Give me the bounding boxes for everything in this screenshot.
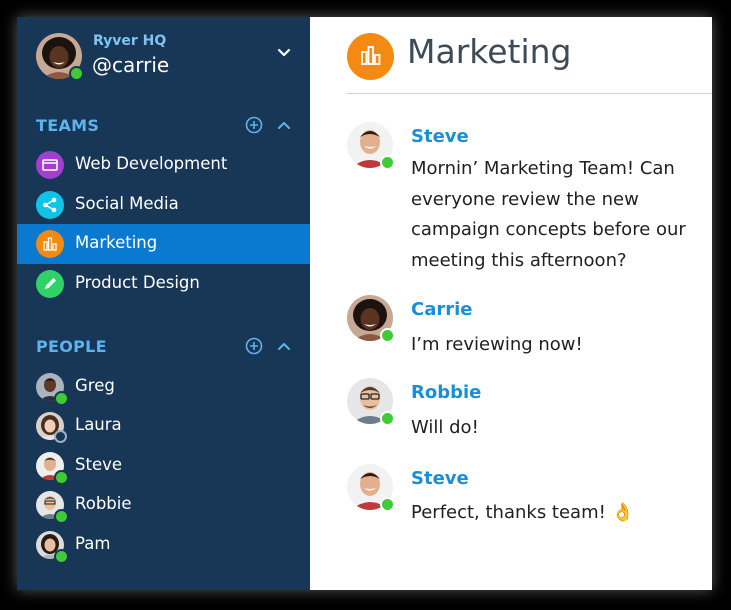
sidebar-item-marketing[interactable]: Marketing xyxy=(17,224,310,264)
sidebar-item-label: Pam xyxy=(75,534,111,553)
chevron-down-icon[interactable] xyxy=(274,43,294,63)
sidebar-item-greg[interactable]: Greg xyxy=(17,367,310,407)
chat-panel: Marketing Steve Mornin’ Marketing Team! … xyxy=(310,17,712,590)
message-line: campaign concepts before our xyxy=(411,219,686,240)
sidebar-item-web-development[interactable]: Web Development xyxy=(17,145,310,185)
org-name: Ryver HQ xyxy=(93,33,167,49)
current-user-avatar xyxy=(36,33,84,81)
message-line: Perfect, thanks team! 👌 xyxy=(411,502,634,523)
browser-icon xyxy=(36,151,64,179)
bar-chart-icon xyxy=(36,230,64,258)
avatar xyxy=(36,412,67,443)
page-title: Marketing xyxy=(407,32,572,71)
message-text: Will do! xyxy=(411,413,701,444)
add-person-button[interactable] xyxy=(244,336,264,356)
avatar xyxy=(36,531,69,564)
avatar[interactable] xyxy=(347,378,395,426)
online-status-icon xyxy=(54,509,69,524)
sidebar-item-label: Product Design xyxy=(75,273,200,292)
sidebar: Ryver HQ @carrie TEAMS Web Development S… xyxy=(17,17,310,590)
share-icon xyxy=(36,191,64,219)
message-author[interactable]: Robbie xyxy=(411,382,481,403)
message-line: Will do! xyxy=(411,417,479,438)
plus-circle-icon xyxy=(245,337,263,355)
sidebar-item-laura[interactable]: Laura xyxy=(17,406,310,446)
avatar[interactable] xyxy=(347,122,395,170)
sidebar-item-label: Marketing xyxy=(75,233,158,252)
avatar[interactable] xyxy=(347,295,395,343)
message-author[interactable]: Steve xyxy=(411,468,469,489)
sidebar-item-product-design[interactable]: Product Design xyxy=(17,264,310,304)
add-team-button[interactable] xyxy=(244,115,264,135)
away-status-icon xyxy=(54,430,67,443)
sidebar-item-label: Greg xyxy=(75,376,115,395)
message-line: everyone review the new xyxy=(411,188,639,210)
plus-circle-icon xyxy=(245,116,263,134)
message-line: Mornin’ Marketing Team! Can xyxy=(411,158,675,179)
sidebar-item-robbie[interactable]: Robbie xyxy=(17,485,310,525)
message-text: I’m reviewing now! xyxy=(411,330,701,361)
message-line: meeting this afternoon? xyxy=(411,249,627,271)
collapse-people-button[interactable] xyxy=(274,336,294,356)
sidebar-item-label: Robbie xyxy=(75,494,132,513)
sidebar-item-label: Steve xyxy=(75,455,123,474)
sidebar-item-pam[interactable]: Pam xyxy=(17,525,310,565)
collapse-teams-button[interactable] xyxy=(274,115,294,135)
message-author[interactable]: Steve xyxy=(411,126,469,147)
online-status-icon xyxy=(54,470,69,485)
sidebar-item-label: Web Development xyxy=(75,154,228,173)
sidebar-item-label: Social Media xyxy=(75,194,179,213)
avatar[interactable] xyxy=(347,464,395,512)
teams-section-header: TEAMS xyxy=(17,110,310,140)
online-status-icon xyxy=(54,391,69,406)
message-line: I’m reviewing now! xyxy=(411,334,583,355)
avatar xyxy=(36,452,69,485)
chevron-up-icon xyxy=(278,122,290,129)
sidebar-item-label: Laura xyxy=(75,415,122,434)
online-status-icon xyxy=(380,497,395,512)
org-switcher[interactable]: Ryver HQ @carrie xyxy=(17,17,310,93)
bar-chart-icon xyxy=(347,33,394,80)
message-text: Mornin’ Marketing Team! Can everyone rev… xyxy=(411,154,701,276)
online-status-icon xyxy=(54,549,69,564)
pencil-icon xyxy=(36,270,64,298)
message-text: Perfect, thanks team! 👌 xyxy=(411,498,701,529)
message-author[interactable]: Carrie xyxy=(411,299,473,320)
current-user-handle: @carrie xyxy=(92,53,170,77)
people-section-title: PEOPLE xyxy=(36,337,107,356)
online-status-icon xyxy=(69,66,84,81)
teams-section-title: TEAMS xyxy=(36,116,100,135)
sidebar-item-social-media[interactable]: Social Media xyxy=(17,185,310,225)
avatar xyxy=(36,373,69,406)
avatar xyxy=(36,491,69,524)
online-status-icon xyxy=(380,328,395,343)
online-status-icon xyxy=(380,411,395,426)
online-status-icon xyxy=(380,155,395,170)
people-section-header: PEOPLE xyxy=(17,331,310,361)
header-divider xyxy=(347,93,712,94)
sidebar-item-steve[interactable]: Steve xyxy=(17,446,310,486)
chevron-up-icon xyxy=(278,343,290,350)
